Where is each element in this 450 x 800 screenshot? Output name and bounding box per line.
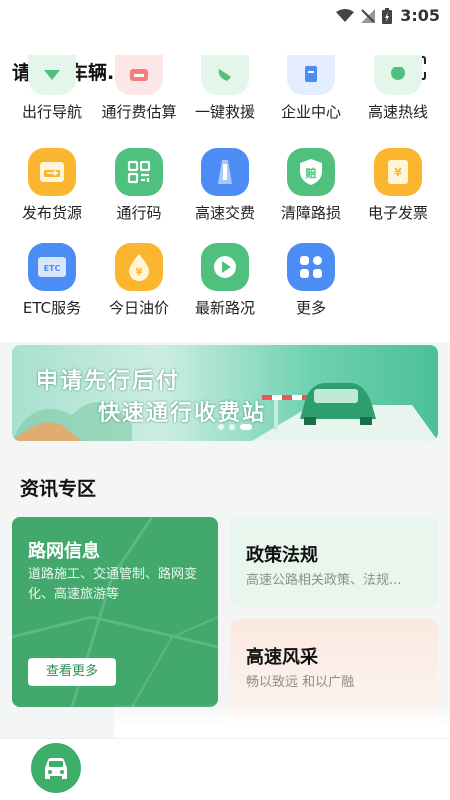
hotline-icon <box>374 55 422 95</box>
navigation-icon <box>28 55 76 95</box>
more-grid-icon <box>287 243 335 291</box>
menu-item-navigation[interactable]: 出行导航 <box>7 55 97 122</box>
invoice-icon: ¥ <box>374 148 422 196</box>
etc-card-icon: ETC <box>28 243 76 291</box>
view-more-button[interactable]: 查看更多 <box>28 658 116 686</box>
menu-item-enterprise[interactable]: 企业中心 <box>266 55 356 122</box>
play-icon <box>201 243 249 291</box>
menu-item-highway-pay[interactable]: 高速交费 <box>180 148 270 223</box>
policy-card[interactable]: 政策法规 高速公路相关政策、法规... <box>230 517 438 607</box>
menu-label: 通行费估算 <box>101 103 177 121</box>
svg-text:ETC: ETC <box>44 264 61 273</box>
carousel-dot <box>229 424 235 430</box>
svg-text:¥: ¥ <box>136 267 143 278</box>
menu-label: 今日油价 <box>108 299 169 317</box>
highway-pay-icon <box>201 148 249 196</box>
menu-item-toll-estimate[interactable]: 通行费估算 <box>94 55 184 122</box>
menu-item-pass-code[interactable]: 通行码 <box>94 148 184 223</box>
menu-item-invoice[interactable]: ¥ 电子发票 <box>353 148 443 223</box>
card-desc: 高速公路相关政策、法规... <box>246 573 402 588</box>
clock: 3:05 <box>400 6 440 25</box>
promo-banner[interactable]: 申请先行后付 快速通行收费站 <box>12 345 438 441</box>
menu-label: ETC服务 <box>22 299 82 317</box>
banner-line-2: 快速通行收费站 <box>98 401 267 426</box>
oil-drop-icon: ¥ <box>115 243 163 291</box>
menu-item-oil-price[interactable]: ¥ 今日油价 <box>94 243 184 318</box>
card-title: 政策法规 <box>246 545 318 566</box>
status-bar: 3:05 <box>0 0 450 32</box>
car-icon <box>45 758 67 779</box>
card-title: 高速风采 <box>246 647 318 668</box>
menu-item-cargo[interactable]: 发布货源 <box>7 148 97 223</box>
truck-icon <box>28 148 76 196</box>
phone-icon <box>201 55 249 95</box>
menu-item-hotline[interactable]: 高速热线 <box>353 55 443 122</box>
menu-item-clearance[interactable]: 赔 清障路损 <box>266 148 356 223</box>
menu-label: 一键救援 <box>194 103 255 121</box>
compensate-icon: 赔 <box>287 148 335 196</box>
banner-line-1: 申请先行后付 <box>36 369 181 394</box>
qrcode-icon <box>115 148 163 196</box>
menu-label: 电子发票 <box>367 204 428 222</box>
battery-icon <box>382 7 393 24</box>
menu-label: 高速交费 <box>194 204 255 222</box>
section-title: 资讯专区 <box>20 478 97 500</box>
menu-item-more[interactable]: 更多 <box>266 243 356 318</box>
carousel-indicator <box>218 424 252 430</box>
card-desc: 畅以致远 和以广融 <box>246 675 355 690</box>
carousel-dot-active <box>240 424 252 430</box>
menu-label: 通行码 <box>116 204 162 222</box>
card-title: 路网信息 <box>28 541 100 562</box>
carousel-dot <box>218 424 224 430</box>
menu-label: 发布货源 <box>21 204 82 222</box>
menu-label: 出行导航 <box>21 103 82 121</box>
menu-item-rescue[interactable]: 一键救援 <box>180 55 270 122</box>
road-info-card[interactable]: 路网信息 道路施工、交通管制、路网变化、高速旅游等 查看更多 <box>12 517 218 707</box>
menu-label: 企业中心 <box>280 103 341 121</box>
car-button[interactable] <box>31 743 81 793</box>
svg-text:¥: ¥ <box>394 166 402 179</box>
menu-label: 最新路况 <box>194 299 255 317</box>
toll-estimate-icon <box>115 55 163 95</box>
menu-item-etc[interactable]: ETC ETC服务 <box>7 243 97 318</box>
card-desc: 道路施工、交通管制、路网变化、高速旅游等 <box>28 567 198 602</box>
wifi-icon <box>336 8 355 22</box>
menu-label: 更多 <box>295 299 326 317</box>
menu-label: 高速热线 <box>367 103 428 121</box>
menu-label: 清障路损 <box>280 204 341 222</box>
document-icon <box>287 55 335 95</box>
no-signal-icon <box>361 8 376 23</box>
svg-text:赔: 赔 <box>305 166 317 180</box>
menu-item-road-condition[interactable]: 最新路况 <box>180 243 270 318</box>
